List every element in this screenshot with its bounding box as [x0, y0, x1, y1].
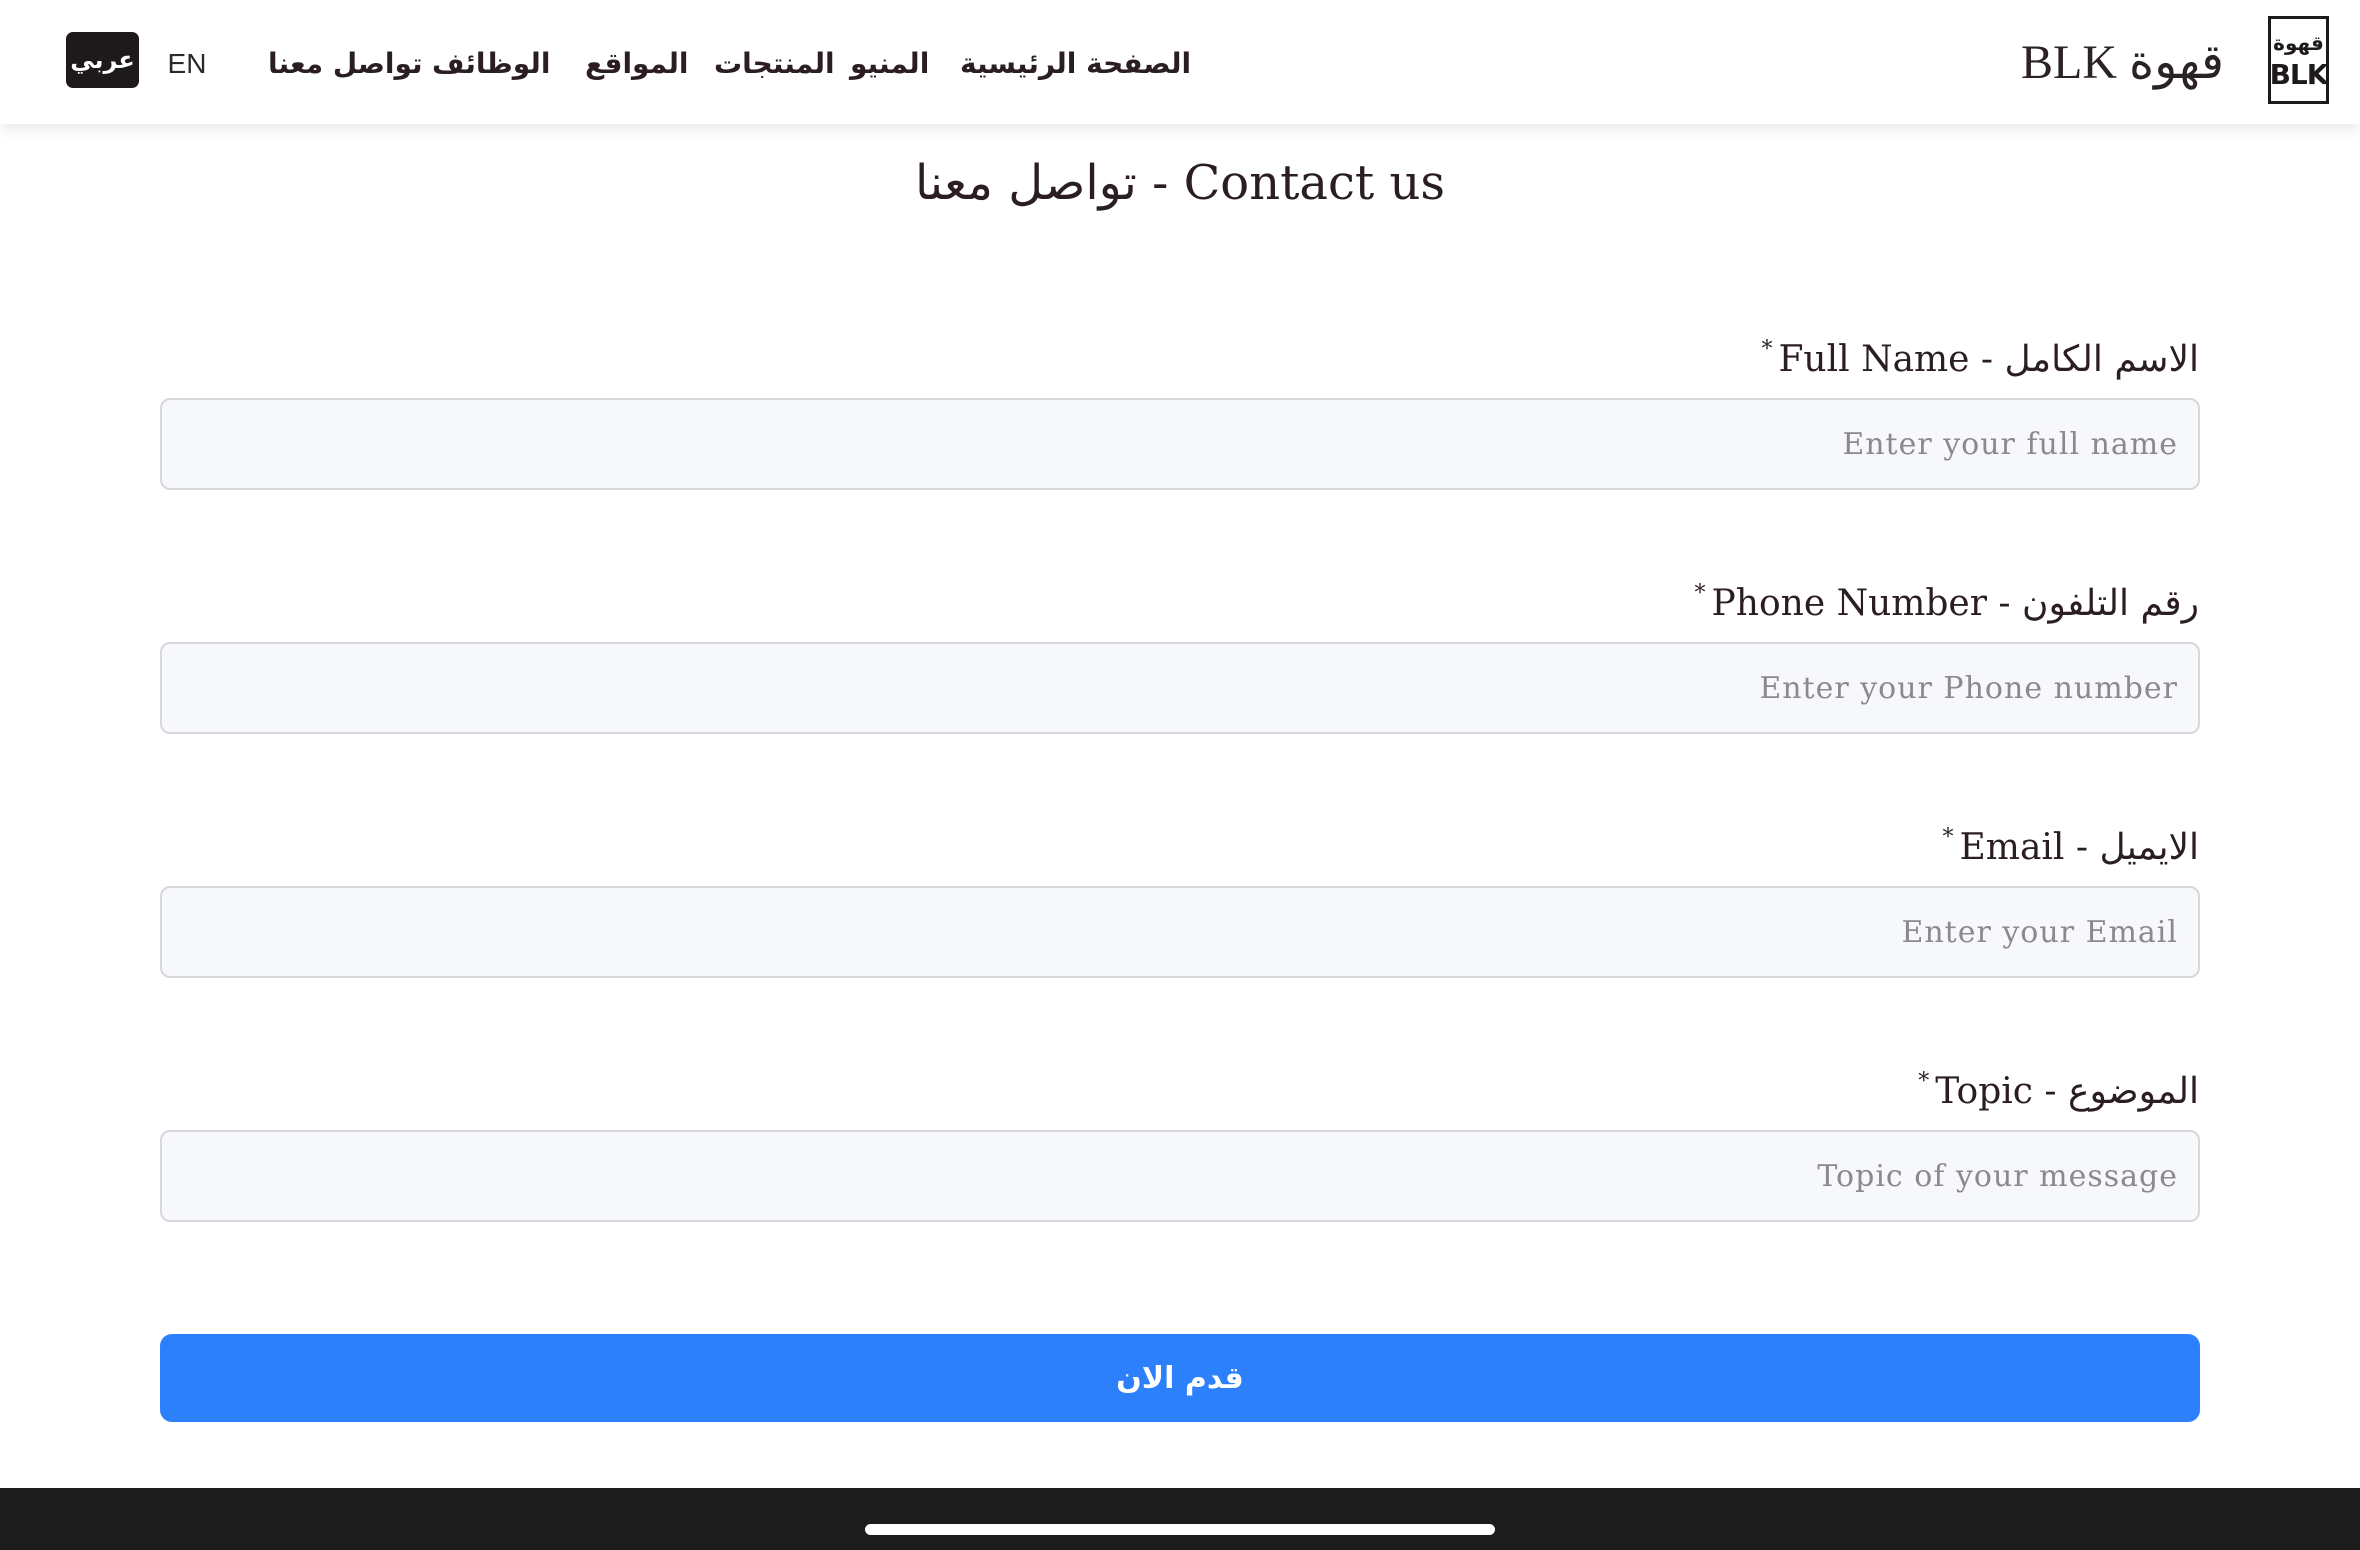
- nav-home[interactable]: الصفحة الرئيسية: [960, 38, 1191, 88]
- page-title: تواصل معنا - Contact us: [915, 155, 1445, 211]
- language-english-button[interactable]: EN: [160, 44, 214, 84]
- language-arabic-button[interactable]: عربي: [66, 32, 139, 88]
- logo-blk-text: BLK: [2269, 58, 2329, 91]
- full-name-label-text: Full Name - الاسم الكامل: [1778, 338, 2199, 380]
- email-input[interactable]: [160, 886, 2200, 978]
- home-indicator[interactable]: [865, 1524, 1495, 1535]
- required-marker: *: [1918, 1068, 1930, 1094]
- phone-number-label-text: Phone Number - رقم التلفون: [1711, 582, 2199, 624]
- required-marker: *: [1942, 824, 1954, 850]
- full-name-label: * Full Name - الاسم الكامل: [1761, 334, 2199, 384]
- logo-arabic-text: قهوة: [2273, 31, 2324, 55]
- topic-label-text: Topic - الموضوع: [1935, 1070, 2199, 1112]
- nav-locations[interactable]: المواقع: [585, 38, 689, 88]
- phone-number-label: * Phone Number - رقم التلفون: [1695, 578, 2199, 628]
- email-label: * Email - الايميل: [1943, 822, 2199, 872]
- full-name-input[interactable]: [160, 398, 2200, 490]
- nav-products[interactable]: المنتجات: [714, 38, 835, 88]
- nav-jobs[interactable]: الوظائف: [432, 38, 550, 88]
- required-marker: *: [1761, 336, 1773, 362]
- topic-label: * Topic - الموضوع: [1918, 1066, 2199, 1116]
- required-marker: *: [1694, 580, 1706, 606]
- nav-menu[interactable]: المنيو: [850, 38, 929, 88]
- brand-name[interactable]: BLK قهوة: [2021, 32, 2224, 92]
- topic-input[interactable]: [160, 1130, 2200, 1222]
- nav-contact-us[interactable]: تواصل معنا: [268, 38, 423, 88]
- site-header: عربي EN تواصل معنا الوظائف المواقع المنت…: [0, 0, 2360, 124]
- phone-number-input[interactable]: [160, 642, 2200, 734]
- brand-logo[interactable]: قهوة BLK: [2268, 16, 2329, 104]
- bottom-bar: [0, 1488, 2360, 1550]
- email-label-text: Email - الايميل: [1959, 826, 2199, 868]
- submit-button[interactable]: قدم الان: [160, 1334, 2200, 1422]
